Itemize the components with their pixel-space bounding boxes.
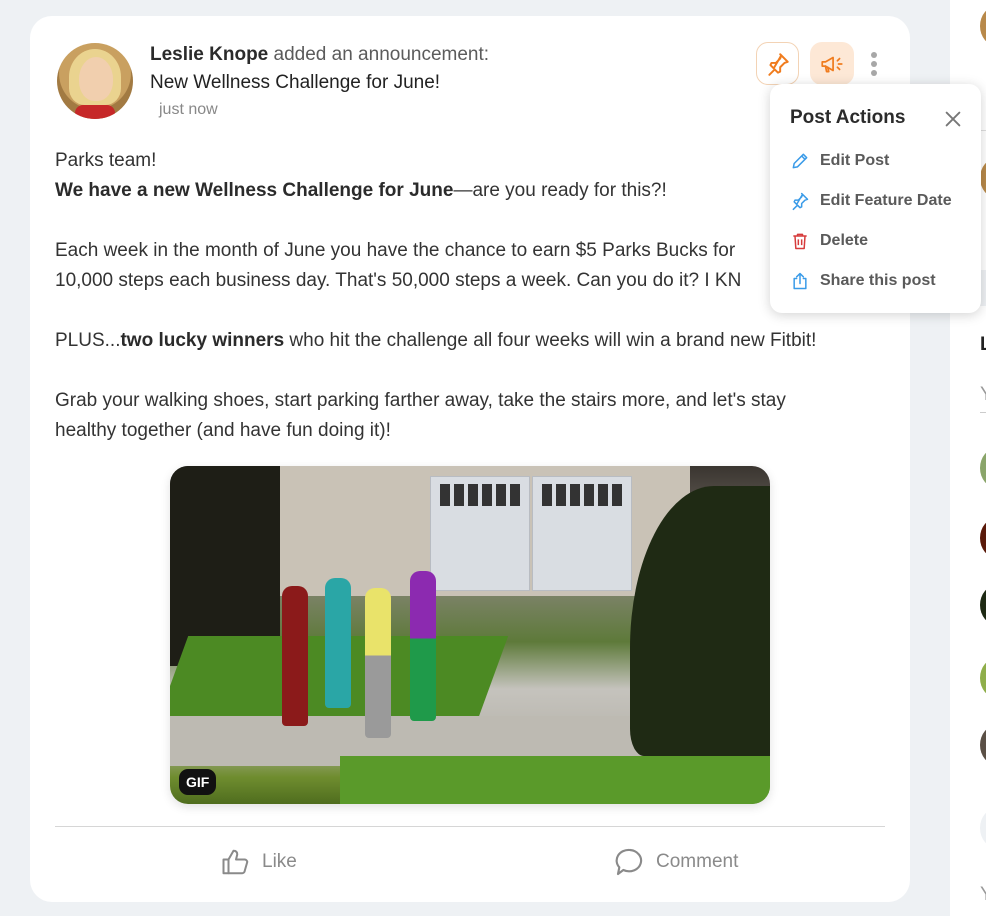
body-text-span: PLUS... [55, 330, 121, 351]
gif-person [325, 578, 351, 708]
menu-item-edit-post[interactable]: Edit Post [790, 149, 889, 173]
gif-person [365, 588, 391, 738]
popup-title: Post Actions [790, 107, 906, 128]
menu-item-label: Delete [820, 232, 869, 249]
menu-item-label: Edit Feature Date [820, 192, 952, 209]
sidebar-avatar[interactable] [980, 6, 986, 46]
sidebar-text: Y [980, 384, 986, 406]
thumbs-up-icon [222, 849, 249, 875]
post-actions-popup: Post Actions Edit Post Edit Feature Date… [770, 84, 981, 313]
gif-windows [440, 484, 520, 506]
sidebar-text: Y [980, 884, 986, 906]
more-options-button[interactable] [866, 50, 882, 78]
body-line: Each week in the month of June you have … [55, 240, 736, 261]
sidebar-avatar[interactable] [980, 725, 986, 765]
kebab-dot [871, 70, 877, 76]
body-bold: two lucky winners [120, 330, 285, 351]
author-name[interactable]: Leslie Knope [150, 44, 268, 65]
body-line: healthy together (and have fun doing it)… [55, 420, 391, 441]
body-line: 10,000 steps each business day. That's 5… [55, 270, 742, 291]
pin-icon [792, 192, 809, 211]
gif-person [410, 571, 436, 721]
sidebar-avatar[interactable] [980, 658, 986, 698]
body-text-span: who hit the challenge all four weeks wil… [284, 330, 817, 351]
sidebar-avatar[interactable] [980, 808, 986, 848]
body-text-span: —are you ready for this?! [453, 180, 667, 201]
kebab-dot [871, 61, 877, 67]
pin-icon [767, 52, 789, 76]
body-line: We have a new Wellness Challenge for Jun… [55, 176, 885, 206]
share-icon [793, 272, 807, 290]
post-gif[interactable]: GIF [170, 466, 770, 804]
sidebar-avatar[interactable] [980, 518, 986, 558]
comment-button[interactable]: Comment [614, 844, 738, 880]
sidebar-underline [980, 412, 986, 413]
body-line: Grab your walking shoes, start parking f… [55, 390, 786, 411]
sidebar-avatar[interactable] [980, 448, 986, 488]
menu-item-label: Share this post [820, 272, 936, 289]
action-text: added an announcement: [268, 44, 490, 65]
pencil-icon [792, 153, 808, 169]
announcement-button[interactable] [810, 42, 854, 85]
gif-badge: GIF [179, 769, 217, 795]
announcement-title: New Wellness Challenge for June! [150, 72, 441, 93]
pin-button[interactable] [756, 42, 799, 85]
menu-item-delete[interactable]: Delete [790, 229, 868, 253]
menu-item-label: Edit Post [820, 152, 890, 169]
gif-windows [542, 484, 622, 506]
gif-lawn [340, 756, 770, 804]
comment-label: Comment [656, 851, 739, 872]
avatar-shirt [75, 105, 115, 119]
menu-item-edit-feature-date[interactable]: Edit Feature Date [790, 189, 952, 213]
kebab-dot [871, 52, 877, 58]
menu-item-share[interactable]: Share this post [790, 269, 936, 293]
body-line: PLUS...two lucky winners who hit the cha… [55, 326, 885, 356]
post-timestamp: just now [159, 101, 218, 118]
post-body: Parks team! We have a new Wellness Chall… [55, 146, 885, 446]
avatar-face [79, 57, 113, 101]
megaphone-icon [821, 56, 843, 72]
actions-divider [55, 826, 885, 827]
like-label: Like [262, 851, 297, 872]
sidebar-avatar[interactable] [980, 585, 986, 625]
trash-icon [793, 233, 807, 250]
post-header-line: Leslie Knope added an announcement: [150, 44, 489, 66]
body-line: Parks team! [55, 150, 157, 171]
close-icon[interactable] [942, 108, 964, 130]
post-header: Leslie Knope added an announcement: New … [150, 44, 489, 119]
sidebar-heading: L [980, 334, 986, 355]
body-bold: We have a new Wellness Challenge for Jun… [55, 180, 454, 201]
like-button[interactable]: Like [220, 844, 297, 880]
comment-icon [615, 848, 643, 876]
gif-person [282, 586, 308, 726]
author-avatar[interactable] [57, 43, 133, 119]
